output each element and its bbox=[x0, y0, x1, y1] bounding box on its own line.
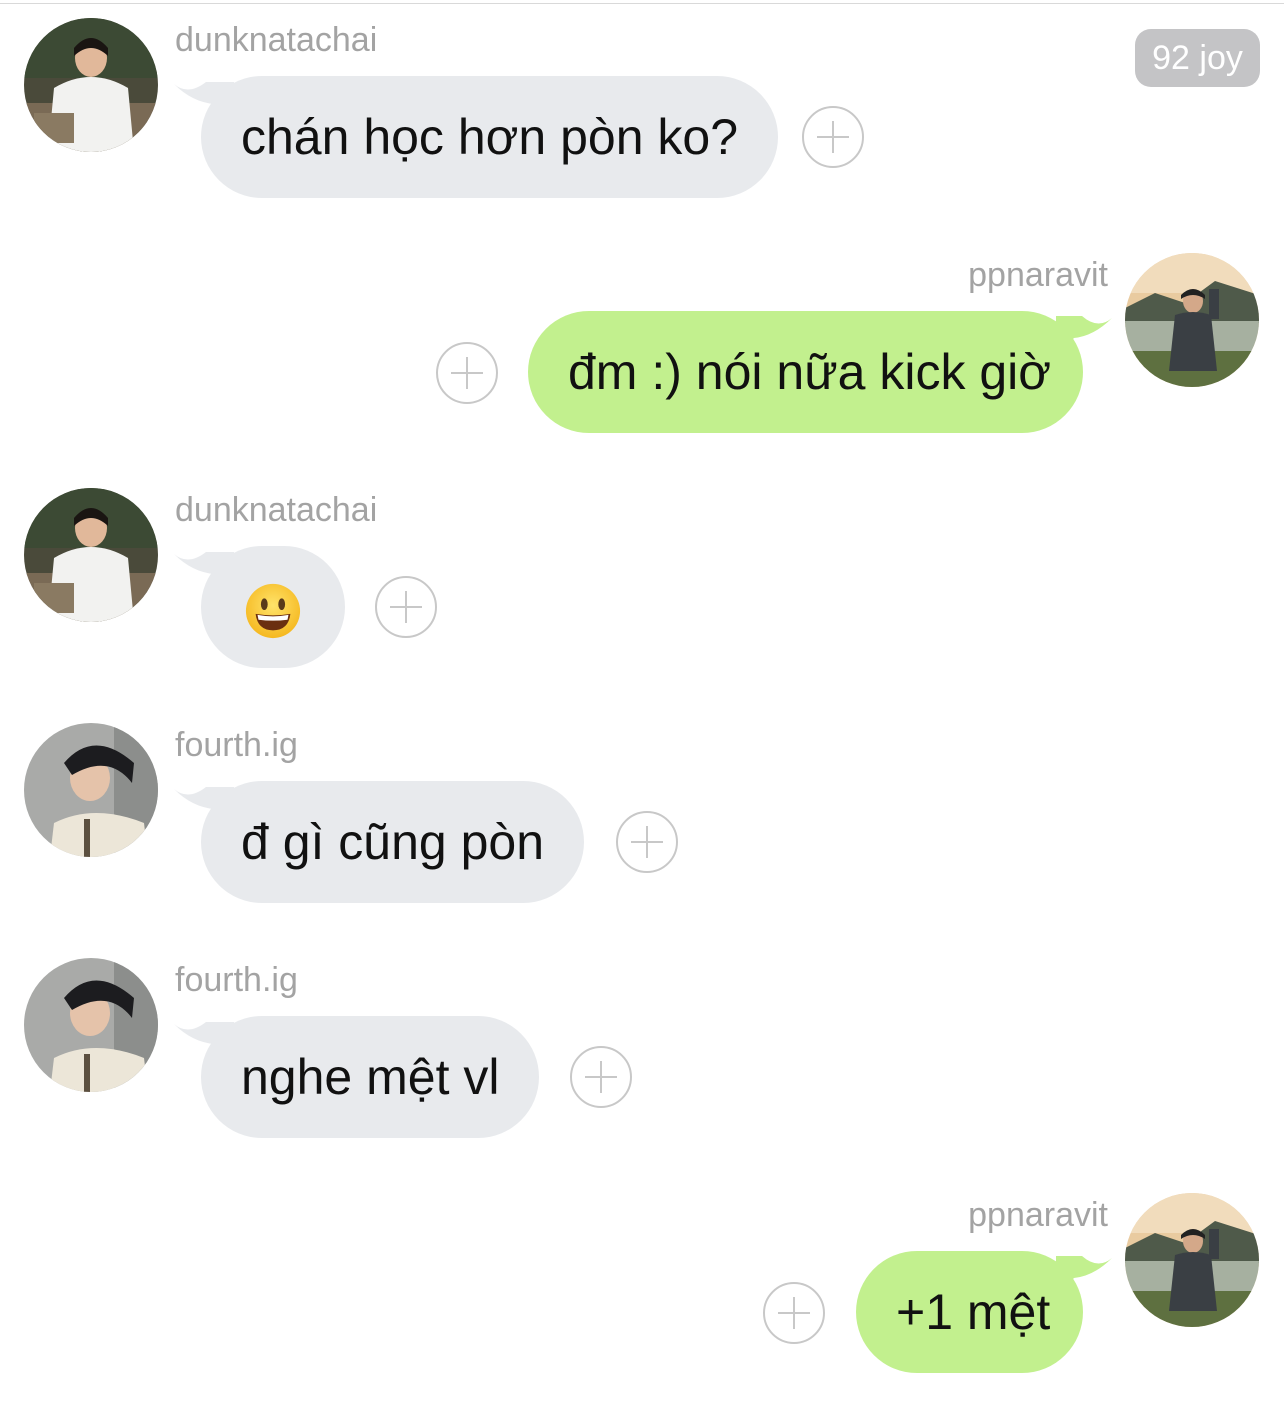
plus-circle-icon[interactable] bbox=[616, 811, 678, 873]
plus-circle-icon[interactable] bbox=[802, 106, 864, 168]
sender-name: ppnaravit bbox=[968, 1196, 1108, 1234]
grinning-face-emoji bbox=[245, 583, 301, 638]
bubble-tail bbox=[1056, 316, 1112, 356]
message-bubble[interactable]: đ gì cũng pòn bbox=[201, 781, 585, 903]
avatar-dunknatachai[interactable] bbox=[24, 488, 158, 622]
message-bubble[interactable] bbox=[201, 546, 345, 668]
bubble-tail bbox=[1056, 1256, 1112, 1296]
sender-name: dunknatachai bbox=[175, 21, 378, 59]
plus-circle-icon[interactable] bbox=[763, 1282, 825, 1344]
sender-name: fourth.ig bbox=[175, 726, 298, 764]
reaction-count-badge[interactable]: 92 joy bbox=[1135, 29, 1260, 87]
top-divider bbox=[0, 0, 1284, 4]
avatar-dunknatachai[interactable] bbox=[24, 18, 158, 152]
sender-name: ppnaravit bbox=[968, 256, 1108, 294]
avatar-ppnaravit[interactable] bbox=[1125, 1193, 1259, 1327]
plus-circle-icon[interactable] bbox=[436, 342, 498, 404]
avatar-ppnaravit[interactable] bbox=[1125, 253, 1259, 387]
message-bubble[interactable]: +1 mệt bbox=[856, 1251, 1083, 1373]
sender-name: dunknatachai bbox=[175, 491, 378, 529]
plus-circle-icon[interactable] bbox=[375, 576, 437, 638]
message-bubble[interactable]: đm :) nói nữa kick giờ bbox=[528, 311, 1083, 433]
message-bubble[interactable]: nghe mệt vl bbox=[201, 1016, 540, 1138]
avatar-fourth-ig[interactable] bbox=[24, 723, 158, 857]
plus-circle-icon[interactable] bbox=[570, 1046, 632, 1108]
avatar-fourth-ig[interactable] bbox=[24, 958, 158, 1092]
sender-name: fourth.ig bbox=[175, 961, 298, 999]
message-bubble[interactable]: chán học hơn pòn ko? bbox=[201, 76, 779, 198]
